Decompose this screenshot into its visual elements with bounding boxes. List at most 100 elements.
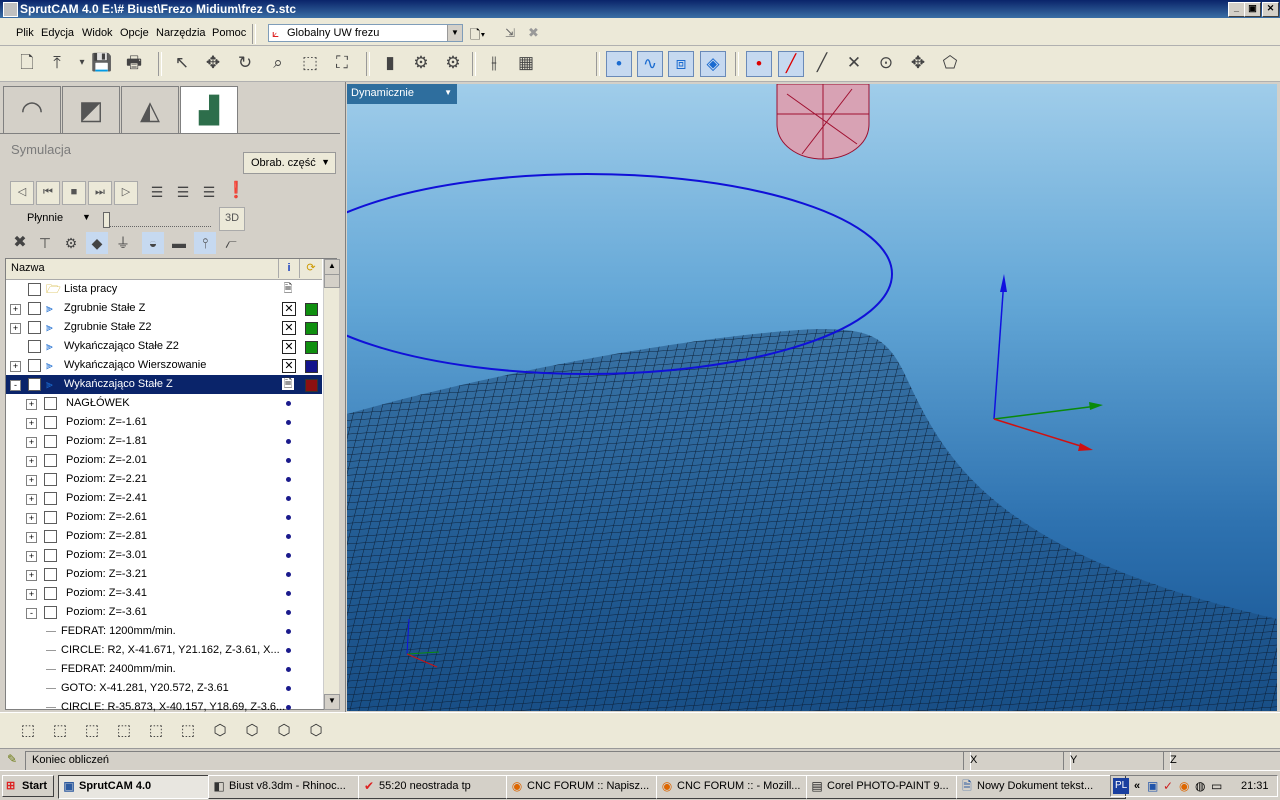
point-icon[interactable]: • [746, 51, 772, 77]
play-icon[interactable]: ▷ [114, 181, 138, 205]
view-top-icon[interactable]: ⬚ [145, 721, 167, 741]
info-icon[interactable]: i [278, 259, 299, 278]
taskbar-item[interactable]: ◉ CNC FORUM :: Napisz... [506, 775, 674, 799]
expand-icon[interactable]: + [26, 494, 37, 505]
antivirus-icon[interactable]: ✓ [1163, 779, 1173, 793]
tool-icon[interactable]: ▮ [378, 51, 402, 75]
view-left-icon[interactable]: ⬚ [81, 721, 103, 741]
row-checkbox[interactable] [44, 435, 57, 448]
firefox-icon[interactable]: ◉ [1179, 779, 1189, 793]
tray-expand-icon[interactable]: « [1134, 778, 1140, 794]
color-swatch[interactable] [305, 341, 318, 354]
operation-row[interactable]: + ⫸ Zgrubnie Stałe Z2 ✕ [6, 318, 322, 337]
zoom-icon[interactable]: ⌕ [266, 51, 290, 75]
machine2-icon[interactable]: ⚙ [441, 51, 465, 75]
disabled-icon[interactable]: ✕ [282, 359, 296, 373]
expand-icon[interactable]: + [10, 323, 21, 334]
view-bottom-icon[interactable]: ⬚ [177, 721, 199, 741]
step-back-icon[interactable]: ◁ [10, 181, 34, 205]
row-checkbox[interactable] [28, 359, 41, 372]
rewind-icon[interactable]: ⏮ [36, 181, 60, 205]
language-indicator[interactable]: PL [1113, 778, 1130, 794]
operation-row[interactable]: ⫸ Wykańczająco Stałe Z2 ✕ [6, 337, 322, 356]
fixture-icon[interactable]: ⏚ [112, 232, 134, 254]
color-swatch[interactable] [305, 360, 318, 373]
command-row[interactable]: CIRCLE: R2, X-41.671, Y21.162, Z-3.61, X… [6, 641, 322, 660]
speed-slider-track[interactable] [103, 216, 211, 227]
curve-view-icon[interactable]: ∿ [637, 51, 663, 77]
surface-wire-icon[interactable]: ⧈ [668, 51, 694, 77]
menu-plik[interactable]: Plik [16, 27, 34, 39]
tab-model[interactable]: ◠ [3, 86, 61, 136]
taskbar-item[interactable]: ◉ CNC FORUM :: - Mozill... [656, 775, 824, 799]
expand-icon[interactable]: + [26, 437, 37, 448]
list-step-icon[interactable]: ☰ [146, 181, 168, 203]
warning-icon[interactable]: ❗ [225, 180, 247, 202]
level-row[interactable]: + Poziom: Z=-2.61 [6, 508, 322, 527]
row-checkbox[interactable] [44, 492, 57, 505]
view-mode-select[interactable]: Dynamicznie ▼ [347, 84, 457, 104]
tab-geometry[interactable]: ◩ [62, 86, 120, 136]
level-row[interactable]: + Poziom: Z=-1.81 [6, 432, 322, 451]
level-row[interactable]: + Poziom: Z=-3.21 [6, 565, 322, 584]
level-row[interactable]: + Poziom: Z=-3.01 [6, 546, 322, 565]
row-checkbox[interactable] [28, 340, 41, 353]
level-row[interactable]: + Poziom: Z=-1.61 [6, 413, 322, 432]
forward-end-icon[interactable]: ⏭ [88, 181, 112, 205]
disabled-icon[interactable]: ✕ [282, 302, 296, 316]
scroll-up-icon[interactable]: ▲ [324, 259, 340, 275]
cutter-icon[interactable]: ⫯ [194, 232, 216, 254]
list-skip-icon[interactable]: ☰ [172, 181, 194, 203]
delete-icon[interactable]: ✖ [528, 25, 539, 41]
speed-select[interactable]: Płynnie [27, 212, 63, 224]
speed-slider-thumb[interactable] [103, 212, 110, 228]
expand-icon[interactable]: + [10, 304, 21, 315]
chevron-down-icon[interactable]: ▼ [82, 212, 91, 222]
menu-pomoc[interactable]: Pomoc [212, 27, 246, 39]
level-row[interactable]: + NAGŁÓWEK [6, 394, 322, 413]
refresh-icon[interactable]: ⟳ [299, 259, 322, 278]
expand-icon[interactable]: + [26, 418, 37, 429]
document-icon[interactable]: 🗎 [282, 283, 294, 295]
save-icon[interactable]: 💾 [90, 51, 114, 75]
view-iso4-icon[interactable]: ⬡ [305, 721, 327, 741]
line-icon[interactable]: ╱ [778, 51, 804, 77]
close-button[interactable]: ✕ [1262, 2, 1279, 17]
expand-icon[interactable]: + [26, 513, 37, 524]
menu-widok[interactable]: Widok [82, 27, 113, 39]
expand-icon[interactable]: + [26, 399, 37, 410]
expand-icon[interactable]: + [26, 551, 37, 562]
row-checkbox[interactable] [44, 530, 57, 543]
knife-icon[interactable]: ╱ [810, 51, 834, 75]
maximize-button[interactable]: ▣ [1244, 2, 1261, 17]
circle-center-icon[interactable]: ⊙ [874, 51, 898, 75]
row-checkbox[interactable] [44, 549, 57, 562]
row-checkbox[interactable] [44, 587, 57, 600]
new-file-icon[interactable]: 🗋 [15, 51, 39, 75]
level-row[interactable]: + Poziom: Z=-2.21 [6, 470, 322, 489]
zoom-window-icon[interactable]: ⬚ [298, 51, 322, 75]
view-front-icon[interactable]: ⬚ [17, 721, 39, 741]
point-view-icon[interactable]: • [606, 51, 632, 77]
command-row[interactable]: FEDRAT: 2400mm/min. [6, 660, 322, 679]
expand-icon[interactable]: + [26, 456, 37, 467]
view-iso3-icon[interactable]: ⬡ [273, 721, 295, 741]
start-button[interactable]: ⊞ Start [2, 775, 54, 797]
shape-icon[interactable]: ⬠ [938, 51, 962, 75]
list-end-icon[interactable]: ☰ [198, 181, 220, 203]
row-checkbox[interactable] [28, 321, 41, 334]
row-checkbox[interactable] [44, 397, 57, 410]
holder-icon[interactable]: ⦧ [220, 232, 242, 254]
row-checkbox[interactable] [44, 473, 57, 486]
collapse-icon[interactable]: - [26, 608, 37, 619]
view-right-icon[interactable]: ⬚ [113, 721, 135, 741]
print-icon[interactable]: 🖶 [122, 51, 146, 75]
level-row[interactable]: + Poziom: Z=-3.41 [6, 584, 322, 603]
menu-edycja[interactable]: Edycja [41, 27, 74, 39]
operation-row[interactable]: + ⫸ Zgrubnie Stałe Z ✕ [6, 299, 322, 318]
gear-icon[interactable]: ⚙ [60, 232, 82, 254]
chevron-down-icon[interactable]: ▼ [447, 25, 462, 41]
taskbar-item[interactable]: ◧ Biust v8.3dm - Rhinoc... [208, 775, 376, 799]
import-icon[interactable]: ⤒ [45, 51, 69, 75]
color-swatch[interactable] [305, 379, 318, 392]
